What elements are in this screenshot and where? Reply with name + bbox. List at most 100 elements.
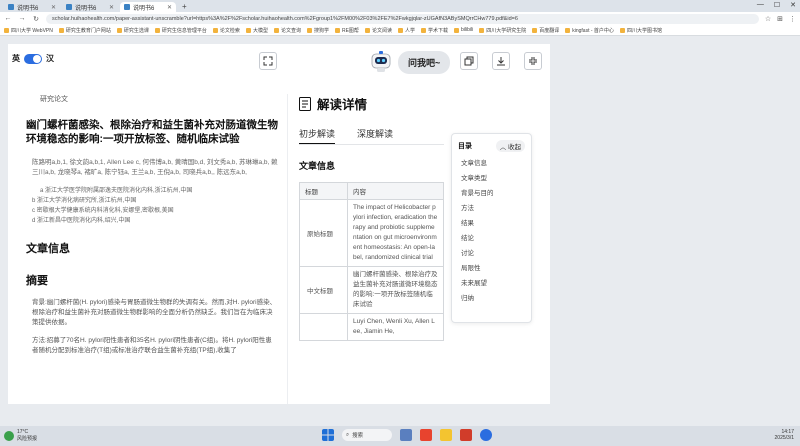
bookmark-icon — [58, 27, 64, 33]
bookmark-item[interactable]: 论文检索 — [212, 27, 240, 34]
toc-item[interactable]: 背景与目的 — [452, 186, 531, 201]
task-view-icon[interactable] — [400, 429, 412, 441]
table-header-row: 标题 内容 — [299, 182, 444, 200]
bookmark-item[interactable]: 论文阅读 — [364, 27, 392, 34]
bookmark-label: bilibili — [460, 27, 474, 33]
bookmark-icon — [397, 27, 403, 33]
bookmark-item[interactable]: 研究生选课 — [116, 27, 149, 34]
copy-button[interactable] — [460, 52, 478, 70]
bookmark-item[interactable]: 搜狗学 — [306, 27, 329, 34]
browser-tab[interactable]: 说明书6 ✕ — [62, 2, 118, 12]
detail-heading-text: 解读详情 — [317, 98, 368, 112]
weather-icon — [4, 430, 14, 441]
bookmark-item[interactable]: 四川大学 WebVPN — [4, 27, 53, 34]
table-cell-value: Luyi Chen, Wenli Xu, Allen Lee, Jiamin H… — [347, 313, 444, 341]
windows-start-icon[interactable] — [322, 429, 334, 441]
maximize-icon[interactable]: ☐ — [774, 1, 780, 9]
bookmark-item[interactable]: RE图帮 — [334, 27, 359, 34]
bookmark-item[interactable]: 四川大学研究生院 — [479, 27, 526, 34]
bookmark-label: 四川大学研究生院 — [486, 27, 527, 34]
back-icon[interactable]: ← — [4, 15, 12, 22]
forward-icon[interactable]: → — [18, 15, 26, 22]
fullscreen-button[interactable] — [259, 52, 277, 70]
bookmark-item[interactable]: 百度翻译 — [532, 27, 559, 34]
close-tab-icon[interactable]: ✕ — [51, 4, 56, 11]
star-icon[interactable]: ☆ — [765, 15, 771, 23]
bookmark-item[interactable]: 人学 — [397, 27, 415, 34]
tab-label: 说明书6 — [75, 5, 97, 12]
bookmark-item[interactable]: kingfast - 首户中心 — [565, 27, 614, 34]
ask-assistant[interactable]: 问我吧~ — [368, 50, 451, 74]
toc-item[interactable]: 结论 — [452, 231, 531, 246]
weather-widget[interactable]: 17°C 风险预报 — [4, 429, 37, 442]
browser-icon[interactable] — [480, 429, 492, 441]
bookmark-item[interactable]: 四川大学图书馆 — [619, 27, 662, 34]
close-tab-icon[interactable]: ✕ — [167, 4, 172, 11]
toc-item[interactable]: 未来展望 — [452, 276, 531, 291]
bookmark-icon — [4, 27, 9, 33]
affiliation-item: a 浙江大学医学院附属邵逸夫医院消化内科,浙江杭州,中国 — [40, 188, 193, 194]
doc-type: 研究论文 — [40, 96, 68, 103]
bookmark-label: 研究生选课 — [123, 27, 149, 34]
toc-item[interactable]: 结果 — [452, 216, 531, 231]
lang-switch[interactable] — [24, 53, 42, 64]
bookmark-item[interactable]: 学术下载 — [420, 27, 448, 34]
abstract-paragraph: 方法:招募了70名H. pylori阳性患者和35名H. pylori阴性患者(… — [32, 337, 272, 354]
bookmark-icon — [532, 27, 538, 33]
section-heading: 文章信息 — [26, 243, 70, 255]
browser-tab-strip: 说明书6 ✕ 说明书6 ✕ 说明书6 ✕ + — [0, 0, 800, 12]
tab-label: 说明书6 — [133, 5, 155, 12]
bookmark-item[interactable]: 论文查询 — [273, 27, 301, 34]
tab-deep[interactable]: 深度解读 — [357, 127, 393, 140]
bookmark-item[interactable]: 研究生教育门户网站 — [58, 27, 111, 34]
toc-item[interactable]: 方法 — [452, 201, 531, 216]
weather-text: 风险预报 — [17, 436, 38, 442]
toc-item[interactable]: 文章类型 — [452, 171, 531, 186]
collapse-button[interactable] — [524, 52, 542, 70]
reload-icon[interactable]: ↻ — [32, 15, 40, 23]
affiliation-item: b 浙江大学消化病研究所,浙江杭州,中国 — [32, 198, 137, 204]
bookmark-item[interactable]: 研究生信息管理平台 — [154, 27, 207, 34]
close-window-icon[interactable]: ✕ — [790, 1, 796, 9]
menu-icon[interactable]: ⋮ — [789, 15, 796, 23]
toc-collapse-button[interactable]: ︿ 收起 — [495, 140, 525, 152]
url-text: scholar.huihaohealth.com/paper-assistant… — [52, 15, 518, 22]
file-explorer-icon[interactable] — [440, 429, 452, 441]
language-toggle[interactable]: 英 汉 — [12, 53, 54, 64]
system-tray[interactable]: 14:17 2025/3/1 — [775, 429, 794, 441]
bookmark-label: 论文阅读 — [371, 27, 392, 34]
bookmark-icon — [245, 27, 251, 33]
browser-tab-active[interactable]: 说明书6 ✕ — [120, 2, 176, 12]
table-cell-key — [299, 313, 348, 341]
table-cell-key: 中文标题 — [299, 266, 348, 314]
toc-item[interactable]: 讨论 — [452, 246, 531, 261]
minimize-icon[interactable]: — — [757, 1, 764, 9]
new-tab-icon[interactable]: + — [178, 2, 191, 11]
toc-item[interactable]: 归纳 — [452, 291, 531, 306]
table-row: 原始标题 The impact of Helicobacter pylori i… — [299, 199, 444, 267]
bookmark-item[interactable]: bilibili — [453, 27, 474, 33]
download-button[interactable] — [492, 52, 510, 70]
toc-title: 目录 — [458, 143, 472, 150]
tab-favicon-icon — [8, 4, 14, 10]
interpretation-panel: 解读详情 初步解读 深度解读 文章信息 标题 内容 原始标题 The impac… — [299, 94, 444, 341]
url-field[interactable]: scholar.huihaohealth.com/paper-assistant… — [46, 13, 759, 24]
tab-basic[interactable]: 初步解读 — [299, 127, 336, 144]
toc-item[interactable]: 局限性 — [452, 261, 531, 276]
bookmark-item[interactable]: 大模型 — [245, 27, 268, 34]
expand-icon — [263, 56, 273, 66]
close-tab-icon[interactable]: ✕ — [109, 4, 114, 11]
bookmark-label: 人学 — [404, 27, 415, 34]
toc-item[interactable]: 文章信息 — [452, 156, 531, 171]
browser-tab[interactable]: 说明书6 ✕ — [4, 2, 60, 12]
wps-icon[interactable] — [420, 429, 432, 441]
bookmark-label: 搜狗学 — [313, 27, 329, 34]
extensions-icon[interactable]: ⊞ — [777, 15, 783, 23]
tabs-underline — [299, 144, 444, 145]
app-icon[interactable] — [460, 429, 472, 441]
ask-label[interactable]: 问我吧~ — [398, 50, 451, 74]
column-divider — [287, 94, 288, 404]
table-of-contents: 目录 ︿ 收起 文章信息 文章类型 背景与目的 方法 结果 结论 讨论 局限性 未来展望 归纳 — [451, 133, 532, 323]
taskbar-search[interactable]: ⌕ 搜索 — [342, 429, 392, 441]
bookmark-icon — [565, 27, 571, 33]
